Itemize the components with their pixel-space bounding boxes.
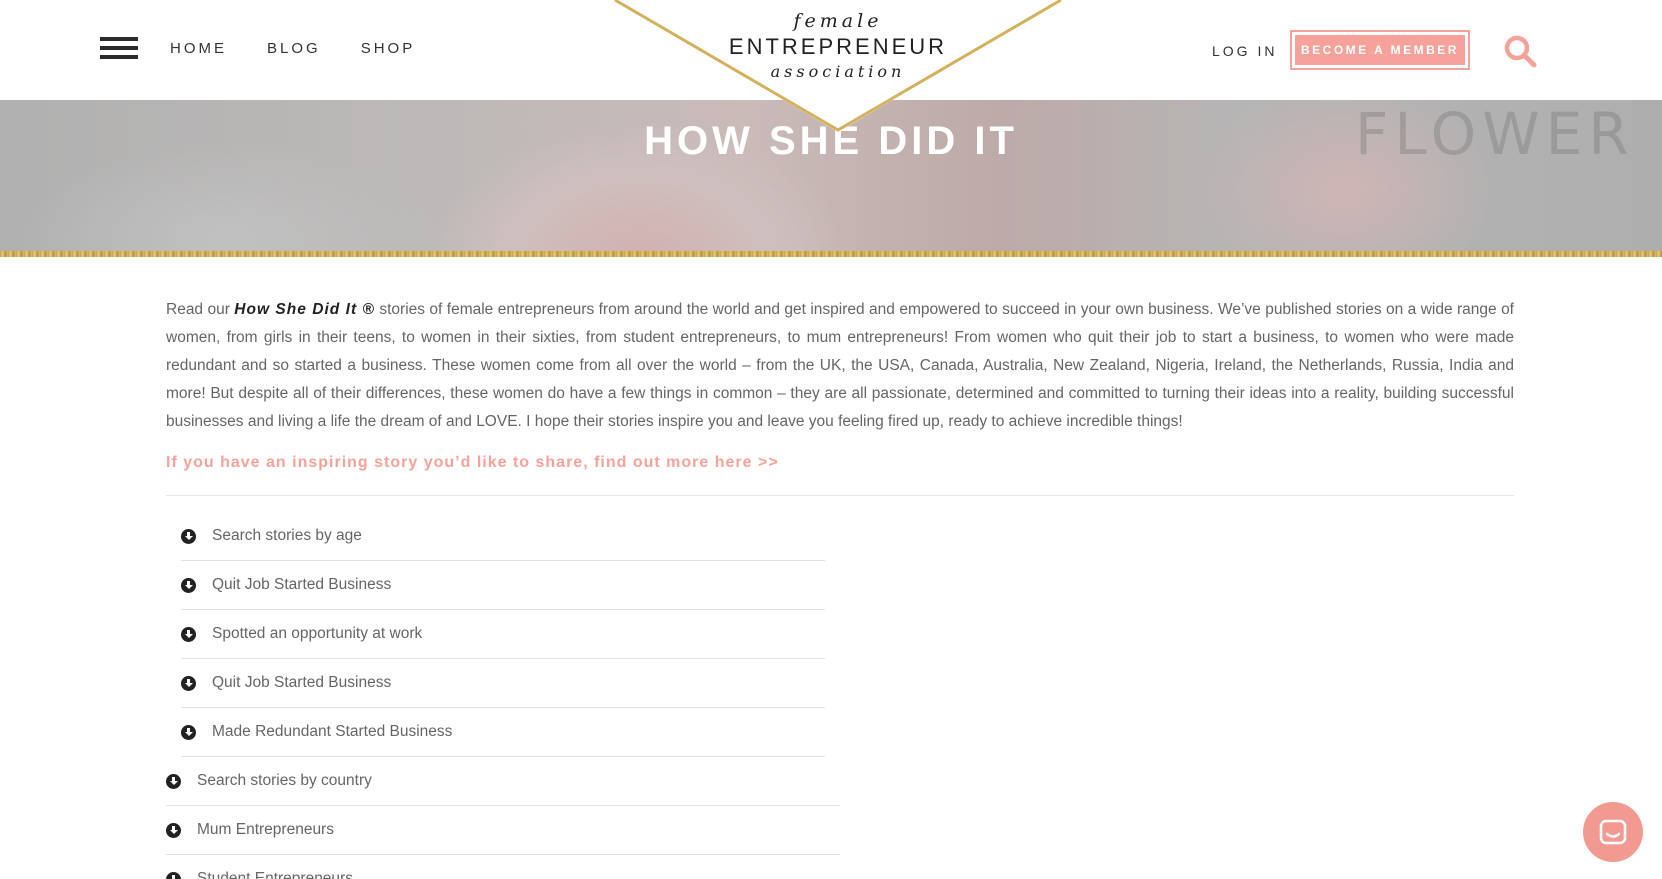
accordion-item-opportunity[interactable]: Spotted an opportunity at work [181, 610, 825, 659]
intro-paragraph: Read our How She Did It ® stories of fem… [166, 296, 1514, 436]
story-filter-accordion: Search stories by age Quit Job Started B… [166, 512, 840, 879]
accordion-label: Search stories by age [212, 527, 362, 544]
arrow-down-circle-icon [181, 577, 196, 593]
accordion-label: Student Entrepreneurs [197, 870, 353, 879]
accordion-item-quit-job-2[interactable]: Quit Job Started Business [181, 659, 825, 708]
accordion-item-mum[interactable]: Mum Entrepreneurs [166, 806, 840, 855]
accordion-item-redundant[interactable]: Made Redundant Started Business [181, 708, 825, 757]
become-member-label: BECOME A MEMBER [1295, 35, 1465, 65]
search-icon[interactable] [1503, 34, 1537, 68]
arrow-down-circle-icon [181, 626, 196, 642]
accordion-item-quit-job[interactable]: Quit Job Started Business [181, 561, 825, 610]
arrow-down-circle-icon [166, 871, 181, 879]
arrow-down-circle-icon [166, 773, 181, 789]
intro-body: stories of female entrepreneurs from aro… [166, 301, 1514, 430]
accordion-label: Mum Entrepreneurs [197, 821, 334, 838]
logo-top-text: female [793, 10, 883, 32]
intro-lead: Read our [166, 301, 235, 318]
become-member-button[interactable]: BECOME A MEMBER [1290, 30, 1470, 70]
brand-name: How She Did It ® [234, 301, 375, 318]
arrow-down-circle-icon [166, 822, 181, 838]
accordion-label: Made Redundant Started Business [212, 723, 453, 740]
accordion-label: Quit Job Started Business [212, 576, 392, 593]
menu-icon[interactable] [100, 37, 138, 61]
accordion-label: Spotted an opportunity at work [212, 625, 423, 642]
accordion-item-student[interactable]: Student Entrepreneurs [166, 855, 840, 879]
share-story-link[interactable]: If you have an inspiring story you’d lik… [166, 454, 779, 472]
gold-divider [0, 251, 1662, 257]
section-divider [166, 495, 1514, 496]
nav-home[interactable]: HOME [170, 40, 227, 57]
logo-middle-text: ENTREPRENEUR [728, 34, 948, 59]
chat-launcher-button[interactable] [1583, 802, 1643, 862]
arrow-down-circle-icon [181, 724, 196, 740]
logo-bottom-text: association [770, 62, 906, 81]
nav-blog[interactable]: BLOG [267, 40, 321, 57]
accordion-label: Quit Job Started Business [212, 674, 392, 691]
accordion-item-country[interactable]: Search stories by country [166, 757, 840, 806]
login-link[interactable]: LOG IN [1212, 43, 1277, 59]
accordion-item-age[interactable]: Search stories by age [181, 512, 825, 561]
main-nav: HOME BLOG SHOP [170, 40, 415, 57]
nav-shop[interactable]: SHOP [361, 40, 416, 57]
accordion-label: Search stories by country [197, 772, 372, 789]
logo-text: female ENTREPRENEUR association [613, 10, 1063, 81]
arrow-down-circle-icon [181, 528, 196, 544]
arrow-down-circle-icon [181, 675, 196, 691]
site-logo[interactable]: female ENTREPRENEUR association [613, 0, 1063, 135]
chat-icon [1599, 819, 1627, 845]
